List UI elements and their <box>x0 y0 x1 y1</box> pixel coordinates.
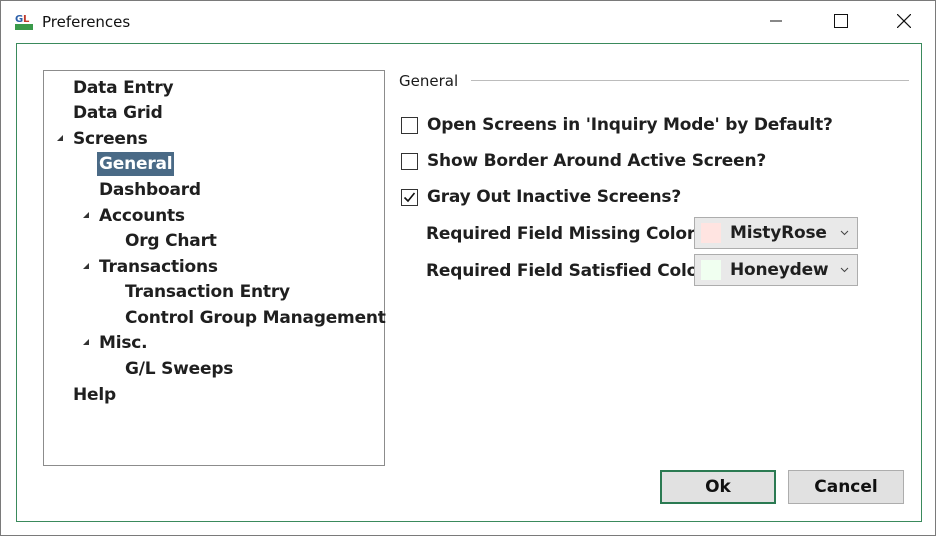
missing-color-label: Required Field Missing Color: <box>426 224 702 244</box>
tree-item-help[interactable]: Help <box>73 383 116 407</box>
option-show-border[interactable]: Show Border Around Active Screen? <box>401 149 766 173</box>
maximize-icon <box>834 14 848 28</box>
general-group-label: General <box>399 72 459 90</box>
group-divider <box>471 80 909 81</box>
chevron-down-icon <box>840 230 849 236</box>
close-icon <box>897 14 911 28</box>
chevron-down-icon <box>840 267 849 273</box>
color-swatch <box>701 223 721 243</box>
tree-item-screens[interactable]: Screens <box>73 127 148 151</box>
tree-item-data-entry[interactable]: Data Entry <box>73 76 174 100</box>
tree-item-transaction-entry[interactable]: Transaction Entry <box>125 280 290 304</box>
expanded-arrow-icon[interactable] <box>55 133 65 143</box>
satisfied-color-select[interactable]: Honeydew <box>694 254 858 286</box>
expanded-arrow-icon[interactable] <box>81 210 91 220</box>
cancel-button[interactable]: Cancel <box>788 470 904 504</box>
gray-out-checkbox[interactable] <box>401 188 418 206</box>
satisfied-color-label: Required Field Satisfied Color: <box>426 261 713 281</box>
tree-item-transactions[interactable]: Transactions <box>99 255 218 279</box>
gray-out-label[interactable]: Gray Out Inactive Screens? <box>427 187 681 207</box>
tree-item-misc[interactable]: Misc. <box>99 331 148 355</box>
option-inquiry-mode[interactable]: Open Screens in 'Inquiry Mode' by Defaul… <box>401 113 833 137</box>
tree-item-control-group-management[interactable]: Control Group Management <box>125 306 386 330</box>
content-panel: Data Entry Data Grid Screens General Das… <box>16 43 922 522</box>
missing-color-select[interactable]: MistyRose <box>694 217 858 249</box>
ok-button[interactable]: Ok <box>660 470 776 504</box>
tree-item-dashboard[interactable]: Dashboard <box>99 178 201 202</box>
checkmark-icon <box>403 191 416 202</box>
tree-item-org-chart[interactable]: Org Chart <box>125 229 217 253</box>
svg-text:L: L <box>23 14 30 25</box>
tree-item-accounts[interactable]: Accounts <box>99 204 185 228</box>
gl-app-icon: G L <box>14 11 34 31</box>
preferences-window: G L Preferences Data Entry Data Grid Scr… <box>0 0 936 536</box>
option-gray-out[interactable]: Gray Out Inactive Screens? <box>401 185 681 209</box>
inquiry-mode-label[interactable]: Open Screens in 'Inquiry Mode' by Defaul… <box>427 115 833 135</box>
missing-color-value: MistyRose <box>730 223 827 243</box>
preferences-tree[interactable]: Data Entry Data Grid Screens General Das… <box>43 70 386 466</box>
maximize-button[interactable] <box>818 1 864 41</box>
expanded-arrow-icon[interactable] <box>81 261 91 271</box>
tree-item-data-grid[interactable]: Data Grid <box>73 101 163 125</box>
color-swatch <box>701 260 721 280</box>
svg-text:G: G <box>15 14 23 25</box>
tree-item-gl-sweeps[interactable]: G/L Sweeps <box>125 357 233 381</box>
window-title: Preferences <box>42 13 131 31</box>
minimize-icon <box>770 20 782 22</box>
minimize-button[interactable] <box>753 1 799 41</box>
satisfied-color-value: Honeydew <box>730 260 829 280</box>
close-button[interactable] <box>881 1 927 41</box>
show-border-checkbox[interactable] <box>401 152 418 170</box>
expanded-arrow-icon[interactable] <box>81 337 91 347</box>
tree-item-general[interactable]: General <box>97 152 175 176</box>
show-border-label[interactable]: Show Border Around Active Screen? <box>427 151 766 171</box>
title-bar[interactable]: G L Preferences <box>1 1 935 41</box>
inquiry-mode-checkbox[interactable] <box>401 116 418 134</box>
